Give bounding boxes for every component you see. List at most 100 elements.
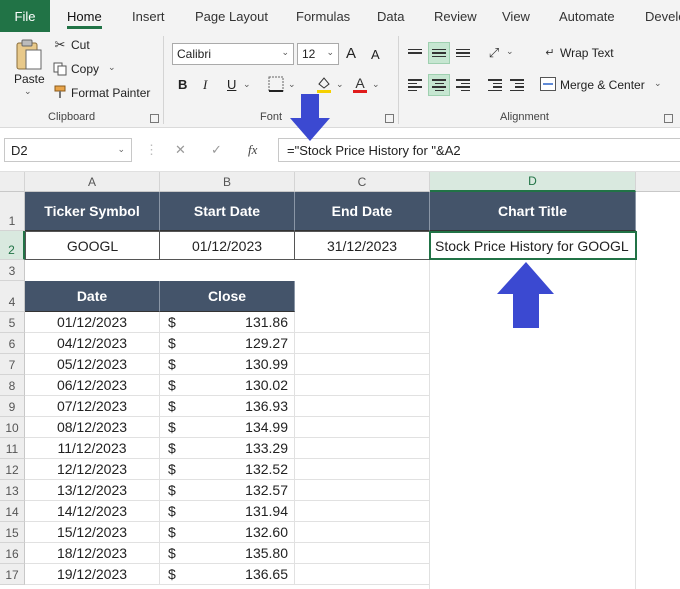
tab-home[interactable]: Home [67, 0, 102, 32]
grow-font-button[interactable]: A [346, 45, 356, 62]
row-header-9[interactable]: 9 [0, 396, 25, 417]
price-date-cell[interactable]: 08/12/2023 [25, 417, 160, 438]
bold-button[interactable]: B [178, 77, 187, 92]
paste-button[interactable]: Paste [14, 72, 45, 86]
name-box[interactable]: D2 ⌄ [4, 138, 132, 162]
price-date-cell[interactable]: 05/12/2023 [25, 354, 160, 375]
empty-cell[interactable] [295, 417, 430, 438]
empty-cell[interactable] [295, 459, 430, 480]
empty-cell[interactable] [295, 438, 430, 459]
empty-cell[interactable] [295, 375, 430, 396]
price-date-cell[interactable]: 06/12/2023 [25, 375, 160, 396]
clipboard-launcher-icon[interactable] [150, 114, 159, 123]
fill-color-icon[interactable] [315, 75, 333, 93]
summary-header-start-date[interactable]: Start Date [160, 192, 295, 231]
paste-dropdown-icon[interactable]: ⌄ [24, 86, 32, 97]
insert-function-button[interactable]: fx [248, 142, 257, 158]
font-family-select[interactable]: Calibri ⌄ [172, 43, 294, 65]
prices-header-close[interactable]: Close [160, 281, 295, 312]
row-header-3[interactable]: 3 [0, 260, 25, 281]
row-header-17[interactable]: 17 [0, 564, 25, 585]
alignment-launcher-icon[interactable] [664, 114, 673, 123]
price-close-cell[interactable]: $132.60 [160, 522, 295, 543]
empty-cell[interactable] [295, 543, 430, 564]
price-close-cell[interactable]: $131.94 [160, 501, 295, 522]
row-header-15[interactable]: 15 [0, 522, 25, 543]
row-header-2[interactable]: 2 [0, 231, 25, 260]
tab-view[interactable]: View [502, 0, 530, 32]
borders-icon[interactable] [268, 76, 284, 92]
tab-review[interactable]: Review [434, 0, 477, 32]
increase-indent-icon[interactable] [506, 74, 528, 96]
row-header-16[interactable]: 16 [0, 543, 25, 564]
align-center-icon[interactable] [428, 74, 450, 96]
select-all-corner[interactable] [0, 172, 25, 192]
price-close-cell[interactable]: $130.99 [160, 354, 295, 375]
row-header-5[interactable]: 5 [0, 312, 25, 333]
shrink-font-button[interactable]: A [371, 47, 380, 62]
price-close-cell[interactable]: $129.27 [160, 333, 295, 354]
fill-color-dropdown-icon[interactable]: ⌄ [336, 79, 344, 90]
empty-cell[interactable] [295, 333, 430, 354]
merge-dropdown-icon[interactable]: ⌄ [654, 78, 662, 89]
row-header-13[interactable]: 13 [0, 480, 25, 501]
column-header-d[interactable]: D [430, 172, 636, 192]
font-size-select[interactable]: 12 ⌄ [297, 43, 339, 65]
orientation-icon[interactable]: ⤢ [485, 44, 503, 62]
row-header-4[interactable]: 4 [0, 281, 25, 312]
start-date-cell[interactable]: 01/12/2023 [159, 231, 295, 260]
column-header-c[interactable]: C [295, 172, 430, 192]
format-painter-button[interactable]: Format Painter [71, 86, 150, 100]
row-header-1[interactable]: 1 [0, 192, 25, 231]
price-date-cell[interactable]: 07/12/2023 [25, 396, 160, 417]
price-close-cell[interactable]: $130.02 [160, 375, 295, 396]
copy-button[interactable]: Copy [71, 62, 99, 76]
font-launcher-icon[interactable] [385, 114, 394, 123]
price-close-cell[interactable]: $131.86 [160, 312, 295, 333]
middle-align-icon[interactable] [428, 42, 450, 64]
bottom-align-icon[interactable] [452, 42, 474, 64]
price-date-cell[interactable]: 15/12/2023 [25, 522, 160, 543]
price-date-cell[interactable]: 11/12/2023 [25, 438, 160, 459]
empty-cell[interactable] [295, 501, 430, 522]
price-close-cell[interactable]: $136.93 [160, 396, 295, 417]
empty-cell[interactable] [295, 480, 430, 501]
summary-header-ticker[interactable]: Ticker Symbol [25, 192, 160, 231]
wrap-text-button[interactable]: Wrap Text [560, 46, 614, 60]
underline-button[interactable]: U [227, 77, 236, 92]
empty-cell[interactable] [295, 312, 430, 333]
price-close-cell[interactable]: $132.57 [160, 480, 295, 501]
price-date-cell[interactable]: 14/12/2023 [25, 501, 160, 522]
cut-button[interactable]: Cut [71, 38, 90, 52]
more-options-icon[interactable]: ⋮ [145, 142, 158, 158]
row-header-6[interactable]: 6 [0, 333, 25, 354]
price-close-cell[interactable]: $135.80 [160, 543, 295, 564]
font-color-icon[interactable]: A [352, 74, 368, 94]
tab-formulas[interactable]: Formulas [296, 0, 350, 32]
row-header-14[interactable]: 14 [0, 501, 25, 522]
empty-cell[interactable] [295, 354, 430, 375]
paste-icon[interactable] [14, 38, 44, 72]
summary-header-end-date[interactable]: End Date [295, 192, 430, 231]
empty-cell[interactable] [295, 522, 430, 543]
italic-button[interactable]: I [203, 77, 207, 93]
font-color-dropdown-icon[interactable]: ⌄ [372, 79, 380, 90]
enter-icon[interactable]: ✓ [211, 142, 222, 158]
row-header-7[interactable]: 7 [0, 354, 25, 375]
borders-dropdown-icon[interactable]: ⌄ [288, 79, 296, 90]
price-date-cell[interactable]: 19/12/2023 [25, 564, 160, 585]
column-header-a[interactable]: A [25, 172, 160, 192]
cancel-icon[interactable]: ✕ [175, 142, 186, 158]
column-header-e[interactable] [636, 172, 680, 192]
price-close-cell[interactable]: $133.29 [160, 438, 295, 459]
tab-insert[interactable]: Insert [132, 0, 165, 32]
empty-cell[interactable] [295, 396, 430, 417]
tab-developer[interactable]: Develo [645, 0, 680, 32]
row-header-8[interactable]: 8 [0, 375, 25, 396]
decrease-indent-icon[interactable] [484, 74, 506, 96]
price-date-cell[interactable]: 04/12/2023 [25, 333, 160, 354]
align-left-icon[interactable] [404, 74, 426, 96]
price-close-cell[interactable]: $132.52 [160, 459, 295, 480]
tab-page-layout[interactable]: Page Layout [195, 0, 268, 32]
merge-center-button[interactable]: Merge & Center [560, 78, 645, 92]
